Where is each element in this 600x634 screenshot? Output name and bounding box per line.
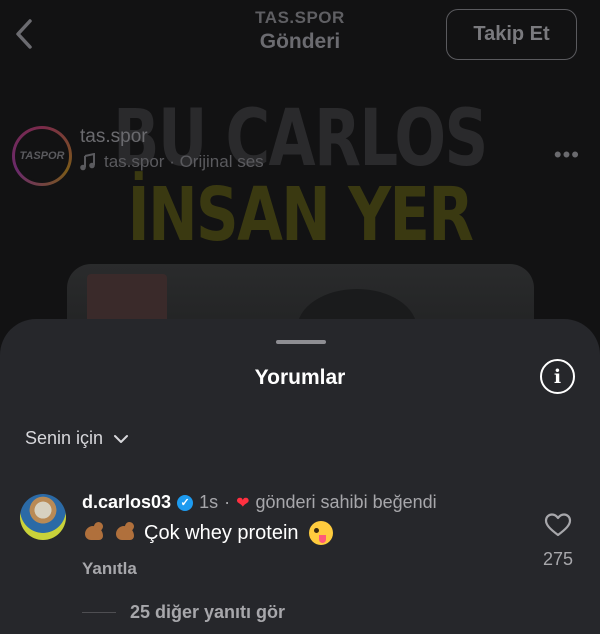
like-button[interactable] (544, 512, 572, 538)
comment-time: 1s (199, 492, 219, 512)
comment-meta: d.carlos03 ✓ 1s · ❤ gönderi sahibi beğen… (82, 492, 437, 513)
more-replies-label: 25 diğer yanıtı gör (130, 602, 286, 622)
thumbnail-shelf-shape (87, 274, 167, 324)
commenter-avatar[interactable] (20, 494, 66, 540)
sheet-title: Yorumlar (254, 366, 346, 389)
flexed-biceps-emoji (113, 522, 138, 544)
sheet-grabber[interactable] (276, 340, 326, 344)
author-name[interactable]: tas.spor (80, 126, 148, 148)
zany-face-emoji (308, 521, 333, 545)
view-more-replies-button[interactable]: 25 diğer yanıtı gör (82, 602, 285, 623)
heart-filled-icon: ❤ (236, 494, 250, 512)
comments-sheet: Yorumlar i Senin için d.carlos03 ✓ 1s · … (0, 319, 600, 634)
music-note-icon (80, 153, 95, 171)
comment-text: Çok whey protein (144, 521, 299, 544)
meta-separator: · (224, 492, 231, 512)
follow-button[interactable]: Takip Et (446, 9, 577, 60)
chevron-down-icon (114, 434, 129, 443)
comment-text-row: Çok whey protein (82, 521, 333, 545)
author-avatar[interactable]: TASPOR (12, 126, 72, 186)
filter-label: Senin için (25, 428, 104, 448)
replies-divider-line (82, 612, 116, 613)
like-count: 275 (542, 549, 574, 569)
author-avatar-logo: TASPOR (15, 129, 69, 183)
audio-label: tas.spor · Orijinal ses (104, 152, 264, 171)
comment-filter-dropdown[interactable]: Senin için (25, 428, 129, 449)
thumbnail-headline-line2: İNSAN YER (127, 172, 474, 258)
post-author-row: TASPOR tas.spor tas.spor · Orijinal ses … (10, 118, 590, 188)
more-dots-icon[interactable]: ••• (554, 142, 580, 168)
comment-username[interactable]: d.carlos03 (82, 492, 171, 513)
comment-item: d.carlos03 ✓ 1s · ❤ gönderi sahibi beğen… (0, 488, 600, 583)
author-liked-label: gönderi sahibi beğendi (255, 492, 437, 512)
top-bar: TAS.SPOR Gönderi Takip Et (0, 0, 600, 80)
info-icon[interactable]: i (540, 359, 575, 394)
audio-label-row[interactable]: tas.spor · Orijinal ses (80, 152, 264, 172)
reply-button[interactable]: Yanıtla (82, 559, 137, 579)
flexed-biceps-emoji (82, 522, 107, 544)
verified-badge-icon: ✓ (177, 494, 194, 511)
heart-outline-icon (544, 513, 572, 537)
